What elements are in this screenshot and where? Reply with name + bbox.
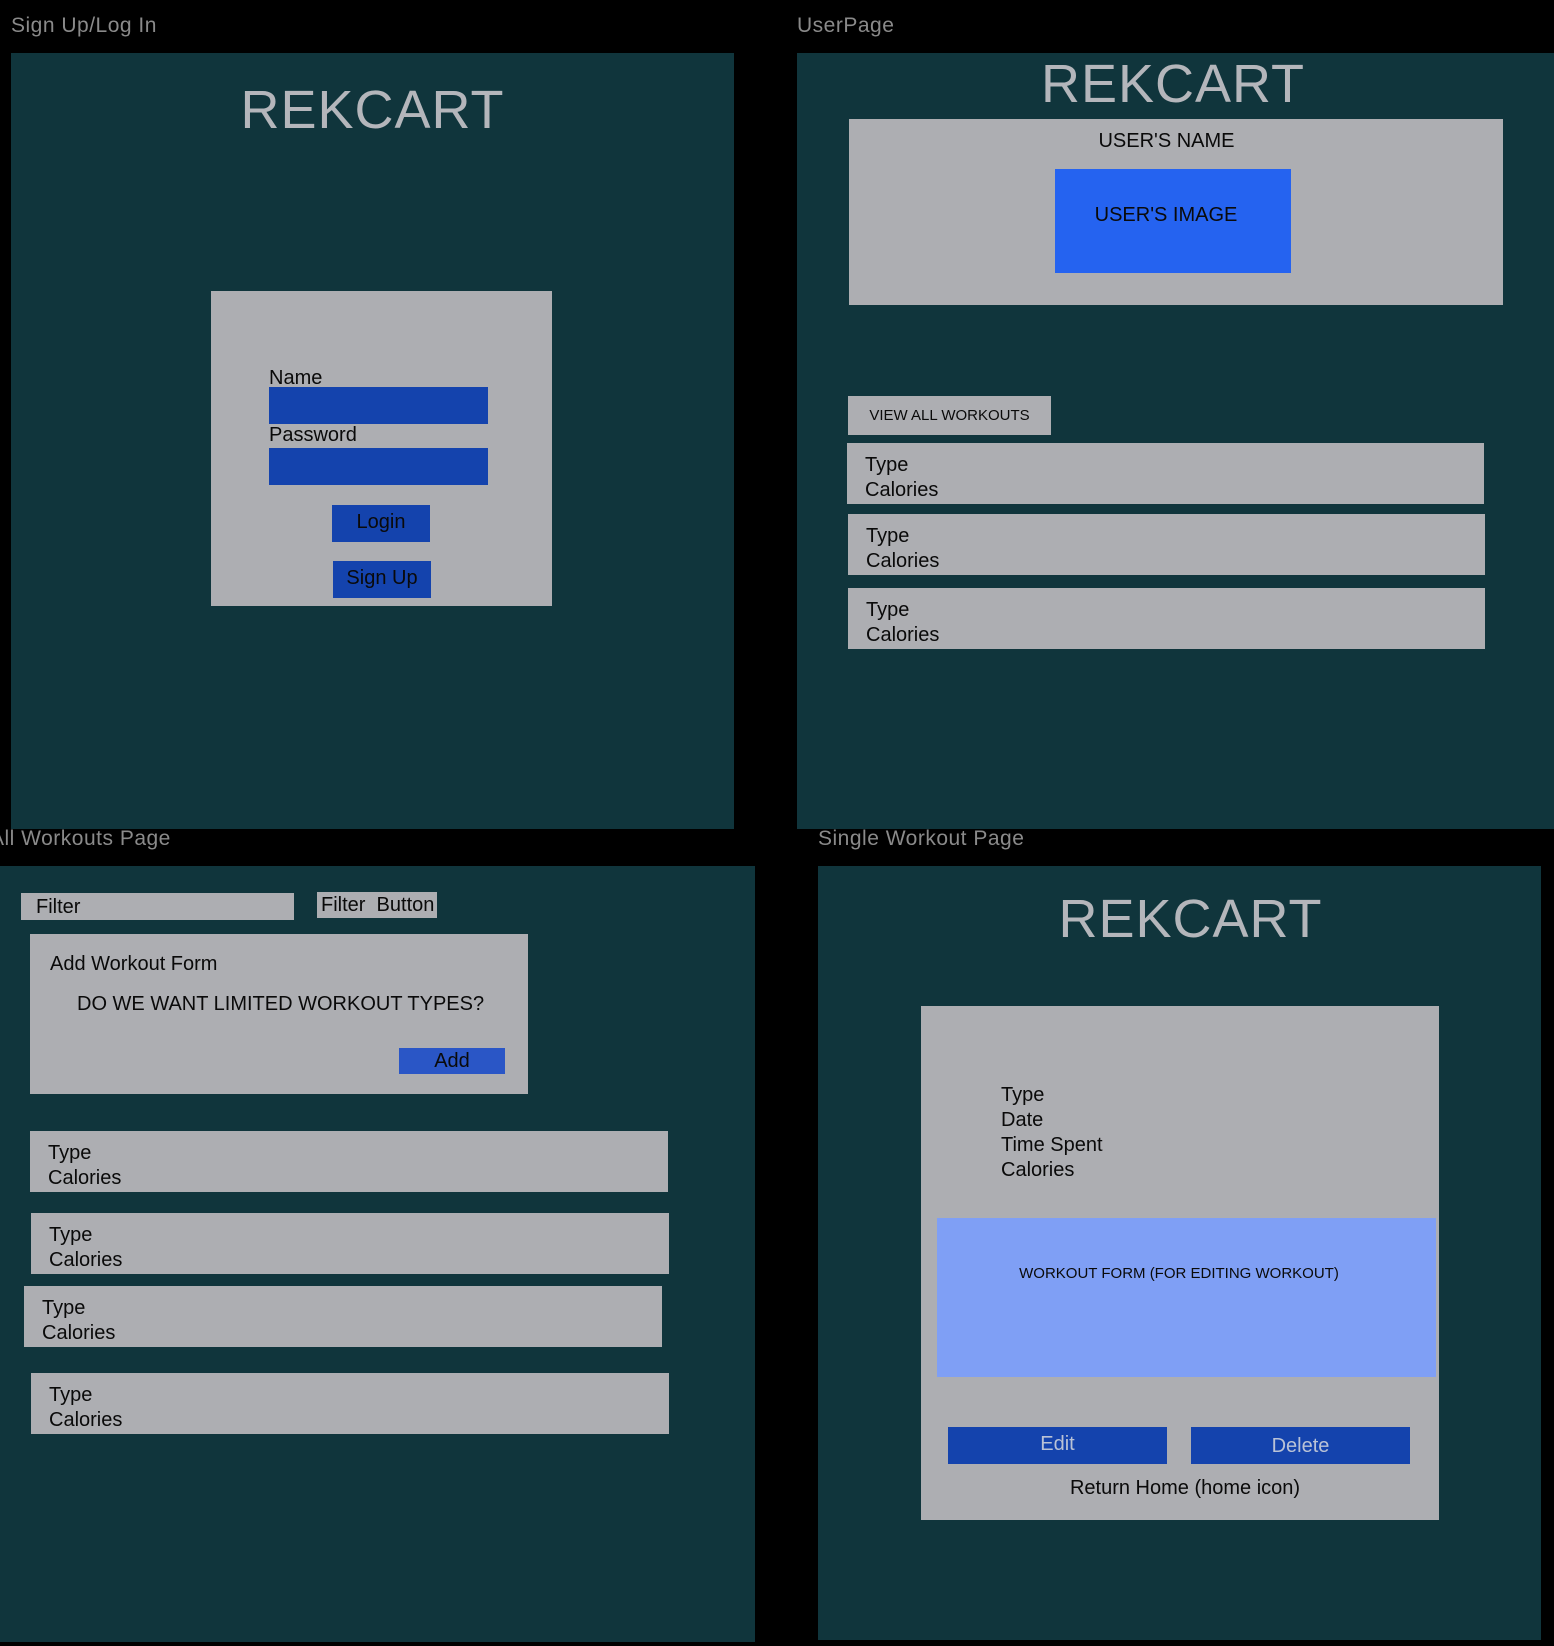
workout-item[interactable]: Type Calories: [30, 1131, 668, 1192]
frame-label-userpage: UserPage: [797, 14, 895, 37]
password-label: Password: [269, 424, 357, 446]
add-workout-form: Add Workout Form DO WE WANT LIMITED WORK…: [30, 934, 528, 1094]
user-image-label: USER'S IMAGE: [1094, 204, 1238, 226]
logo: REKCART: [240, 80, 505, 140]
user-name: USER'S NAME: [1098, 130, 1235, 152]
signup-frame: REKCART Name Password Login Sign Up: [11, 53, 734, 829]
logo: REKCART: [1040, 54, 1306, 114]
name-input[interactable]: [269, 387, 488, 424]
login-button[interactable]: Login: [332, 505, 430, 542]
delete-button[interactable]: Delete: [1191, 1427, 1410, 1464]
workout-calories: Calories: [866, 550, 940, 572]
workout-calories: Calories: [866, 624, 940, 646]
workout-type: Type: [1001, 1084, 1045, 1106]
workout-calories: Calories: [48, 1167, 122, 1189]
password-input[interactable]: [269, 448, 488, 485]
workout-type: Type: [865, 454, 909, 476]
workout-type: Type: [866, 599, 910, 621]
workout-calories: Calories: [49, 1249, 123, 1271]
add-button[interactable]: Add: [399, 1048, 505, 1074]
workout-item[interactable]: Type Calories: [24, 1286, 662, 1347]
all-workouts-frame: Filter Filter Button Add Workout Form DO…: [0, 866, 755, 1642]
workout-item[interactable]: Type Calories: [31, 1373, 669, 1434]
workout-calories: Calories: [42, 1322, 116, 1344]
logo: REKCART: [1058, 889, 1323, 949]
single-workout-frame: REKCART Type Date Time Spent Calories WO…: [818, 866, 1541, 1640]
view-all-workouts-button[interactable]: VIEW ALL WORKOUTS: [848, 396, 1051, 435]
workout-time-spent: Time Spent: [1001, 1134, 1103, 1156]
frame-label-signup: Sign Up/Log In: [11, 14, 157, 37]
edit-button[interactable]: Edit: [948, 1427, 1167, 1464]
frame-label-single-workout: Single Workout Page: [818, 827, 1025, 850]
workout-type: Type: [49, 1384, 93, 1406]
workout-calories: Calories: [865, 479, 939, 501]
filter-button[interactable]: Filter Button: [317, 892, 437, 918]
workout-type: Type: [48, 1142, 92, 1164]
workout-item[interactable]: Type Calories: [847, 443, 1484, 504]
frame-label-all-workouts: All Workouts Page: [0, 827, 171, 850]
return-home-link[interactable]: Return Home (home icon): [921, 1476, 1449, 1501]
workout-calories: Calories: [49, 1409, 123, 1431]
signup-button[interactable]: Sign Up: [333, 561, 431, 598]
edit-workout-form[interactable]: WORKOUT FORM (FOR EDITING WORKOUT): [937, 1218, 1436, 1377]
workout-item[interactable]: Type Calories: [31, 1213, 669, 1274]
form-title: Add Workout Form: [50, 953, 218, 975]
workout-item[interactable]: Type Calories: [848, 514, 1485, 575]
user-profile-card: USER'S NAME USER'S IMAGE: [849, 119, 1503, 305]
workout-item[interactable]: Type Calories: [848, 588, 1485, 649]
workout-type: Type: [866, 525, 910, 547]
edit-workout-form-label: WORKOUT FORM (FOR EDITING WORKOUT): [1019, 1265, 1339, 1282]
workout-date: Date: [1001, 1109, 1044, 1131]
userpage-frame: REKCART USER'S NAME USER'S IMAGE VIEW AL…: [797, 53, 1554, 829]
login-card: Name Password Login Sign Up: [211, 291, 552, 606]
workout-type: Type: [49, 1224, 93, 1246]
workout-calories: Calories: [1001, 1159, 1075, 1181]
form-question: DO WE WANT LIMITED WORKOUT TYPES?: [77, 993, 485, 1015]
user-image: USER'S IMAGE: [1055, 169, 1291, 273]
filter-input[interactable]: Filter: [21, 893, 294, 920]
workout-type: Type: [42, 1297, 86, 1319]
workout-detail-card: Type Date Time Spent Calories WORKOUT FO…: [921, 1006, 1439, 1520]
